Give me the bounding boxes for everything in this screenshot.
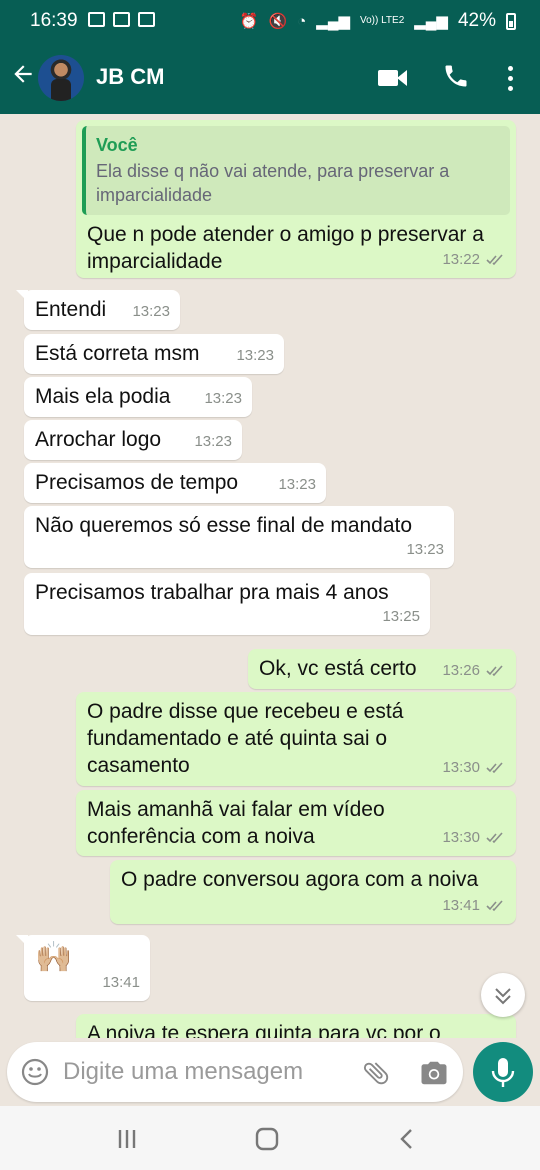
- status-time: 16:39: [30, 10, 78, 31]
- message-text: A noiva te espera quinta para vc por o: [87, 1022, 441, 1038]
- message-bubble-outgoing[interactable]: O padre conversou agora com a noiva 13:4…: [110, 860, 516, 924]
- scroll-to-bottom-button[interactable]: [481, 973, 525, 1017]
- double-check-icon: [486, 761, 503, 773]
- message-bubble-incoming[interactable]: Está correta msm 13:23: [24, 334, 284, 374]
- message-time: 13:41: [102, 974, 140, 991]
- message-time: 13:30: [442, 829, 480, 846]
- message-bubble-incoming[interactable]: Entendi 13:23: [16, 290, 180, 330]
- mic-button[interactable]: [473, 1042, 533, 1102]
- avatar[interactable]: [38, 55, 84, 101]
- message-bubble-incoming[interactable]: 🙌🏼 13:41: [16, 935, 150, 1001]
- more-vert-icon: [508, 66, 513, 71]
- system-navigation-bar: [0, 1106, 540, 1170]
- contact-name[interactable]: JB CM: [96, 64, 164, 90]
- message-time: 13:41: [442, 897, 480, 914]
- message-bubble-outgoing[interactable]: Ok, vc está certo 13:26: [248, 649, 516, 689]
- video-call-icon: [378, 70, 398, 86]
- arrow-left-icon: [14, 65, 32, 83]
- notification-icons: [88, 12, 155, 27]
- more-options-button[interactable]: [500, 62, 532, 94]
- network-label: Vo)) LTE2: [359, 15, 405, 26]
- signal-icon: ▂▄▆: [414, 13, 448, 30]
- message-time: 13:23: [132, 303, 170, 320]
- voicemail-notification-icon: [138, 12, 155, 27]
- back-nav-icon[interactable]: [392, 1124, 422, 1154]
- message-time: 13:30: [442, 759, 480, 776]
- chevron-double-down-icon: [495, 988, 511, 1005]
- voice-call-icon: [445, 65, 467, 87]
- alarm-icon: ⏰: [239, 13, 259, 30]
- double-check-icon: [486, 664, 503, 676]
- message-list[interactable]: Você Ela disse q não vai atende, para pr…: [0, 114, 540, 1038]
- attach-icon[interactable]: [361, 1058, 391, 1088]
- video-call-button[interactable]: [378, 62, 410, 94]
- back-button[interactable]: [8, 60, 38, 96]
- message-time: 13:23: [236, 347, 274, 364]
- battery-percent: 42%: [457, 10, 496, 31]
- message-input[interactable]: [63, 1054, 343, 1090]
- message-time: 13:26: [442, 662, 480, 679]
- message-bubble-outgoing[interactable]: Mais amanhã vai falar em vídeo conferênc…: [76, 790, 516, 856]
- emoji-icon[interactable]: [21, 1058, 49, 1086]
- message-text: Não queremos só esse final de mandato: [35, 514, 413, 537]
- wifi-icon: ◔: [297, 12, 307, 30]
- message-time: 13:22: [442, 251, 480, 268]
- mic-icon: [491, 1058, 515, 1087]
- message-time: 13:25: [382, 608, 420, 625]
- message-bubble-incoming[interactable]: Precisamos trabalhar pra mais 4 anos 13:…: [24, 573, 430, 635]
- quoted-message[interactable]: Você Ela disse q não vai atende, para pr…: [82, 126, 510, 215]
- voice-call-button[interactable]: [442, 62, 474, 94]
- message-composer: [0, 1038, 540, 1106]
- message-input-container: [7, 1042, 463, 1102]
- quote-text: Ela disse q não vai atende, para preserv…: [96, 161, 450, 205]
- message-time: 13:23: [204, 390, 242, 407]
- message-bubble-incoming[interactable]: Arrochar logo 13:23: [24, 420, 242, 460]
- message-time: 13:23: [278, 476, 316, 493]
- chat-header: JB CM: [0, 42, 540, 114]
- recent-apps-icon[interactable]: [112, 1124, 142, 1154]
- home-icon[interactable]: [252, 1124, 282, 1154]
- camera-icon[interactable]: [419, 1058, 449, 1088]
- message-bubble-incoming[interactable]: Mais ela podia 13:23: [24, 377, 252, 417]
- message-time: 13:23: [406, 541, 444, 558]
- message-text: Precisamos trabalhar pra mais 4 anos: [35, 581, 389, 604]
- signal-icon: ▂▄▆: [316, 13, 350, 30]
- double-check-icon: [486, 253, 503, 265]
- message-bubble-outgoing[interactable]: O padre disse que recebeu e está fundame…: [76, 692, 516, 786]
- message-text: O padre conversou agora com a noiva: [121, 868, 479, 891]
- double-check-icon: [486, 899, 503, 911]
- message-bubble-outgoing[interactable]: Você Ela disse q não vai atende, para pr…: [76, 120, 516, 278]
- message-bubble-incoming[interactable]: Precisamos de tempo 13:23: [24, 463, 326, 503]
- battery-icon: [506, 12, 516, 30]
- message-bubble-incoming[interactable]: Não queremos só esse final de mandato 13…: [24, 506, 454, 568]
- message-time: 13:23: [194, 433, 232, 450]
- mute-icon: 🔇: [268, 13, 288, 30]
- status-bar: 16:39 ⏰ 🔇 ◔ ▂▄▆ Vo)) LTE2 ▂▄▆ 42%: [0, 0, 540, 42]
- message-text: Precisamos de tempo: [35, 471, 239, 494]
- status-right: ⏰ 🔇 ◔ ▂▄▆ Vo)) LTE2 ▂▄▆ 42%: [240, 10, 516, 32]
- quote-author: Você: [96, 135, 138, 155]
- gallery-notification-icon: [88, 12, 105, 27]
- message-bubble-outgoing[interactable]: A noiva te espera quinta para vc por o: [76, 1014, 516, 1038]
- voicemail-notification-icon: [113, 12, 130, 27]
- double-check-icon: [486, 831, 503, 843]
